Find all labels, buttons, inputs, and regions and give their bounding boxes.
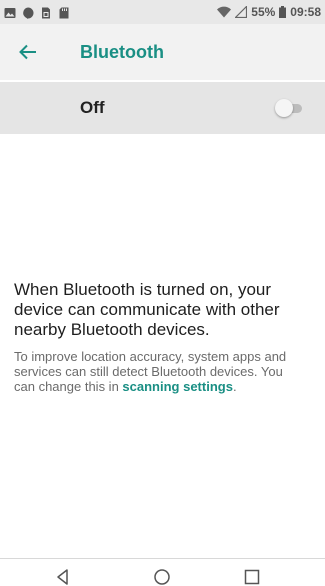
back-button[interactable] [0,24,56,80]
app-bar: Bluetooth [0,24,325,80]
arrow-left-icon [19,44,37,60]
bluetooth-description: When Bluetooth is turned on, your device… [14,280,280,339]
sim-icon [40,6,52,19]
image-icon [4,6,16,18]
toggle-thumb [275,99,293,117]
status-bar: 55% 09:58 [0,0,325,24]
home-circle-icon [152,567,172,586]
nav-recents-button[interactable] [242,567,262,586]
location-scanning-note: To improve location accuracy, system app… [14,349,304,394]
battery-icon [279,6,287,18]
location-scanning-note-suffix: . [232,379,237,394]
notification-icons [0,6,70,19]
wifi-icon [217,6,232,18]
navigation-bar [0,558,325,586]
bluetooth-settings-screen: 55% 09:58 Bluetooth Off When Bluetooth i… [0,0,325,586]
clock: 09:58 [290,5,321,19]
recents-square-icon [242,567,262,586]
scanning-settings-link[interactable]: scanning settings [122,379,233,394]
sd-card-icon [58,6,70,19]
page-title: Bluetooth [80,41,164,62]
back-triangle-icon [53,567,73,586]
hangouts-icon [22,6,34,19]
battery-percent: 55% [251,5,276,19]
nav-back-button[interactable] [53,567,73,586]
bluetooth-master-switch-row[interactable]: Off [0,82,325,134]
switch-state-label: Off [80,98,105,117]
signal-icon [234,5,248,19]
system-status: 55% 09:58 [217,5,325,19]
bluetooth-toggle[interactable] [275,99,303,117]
nav-home-button[interactable] [152,567,172,586]
